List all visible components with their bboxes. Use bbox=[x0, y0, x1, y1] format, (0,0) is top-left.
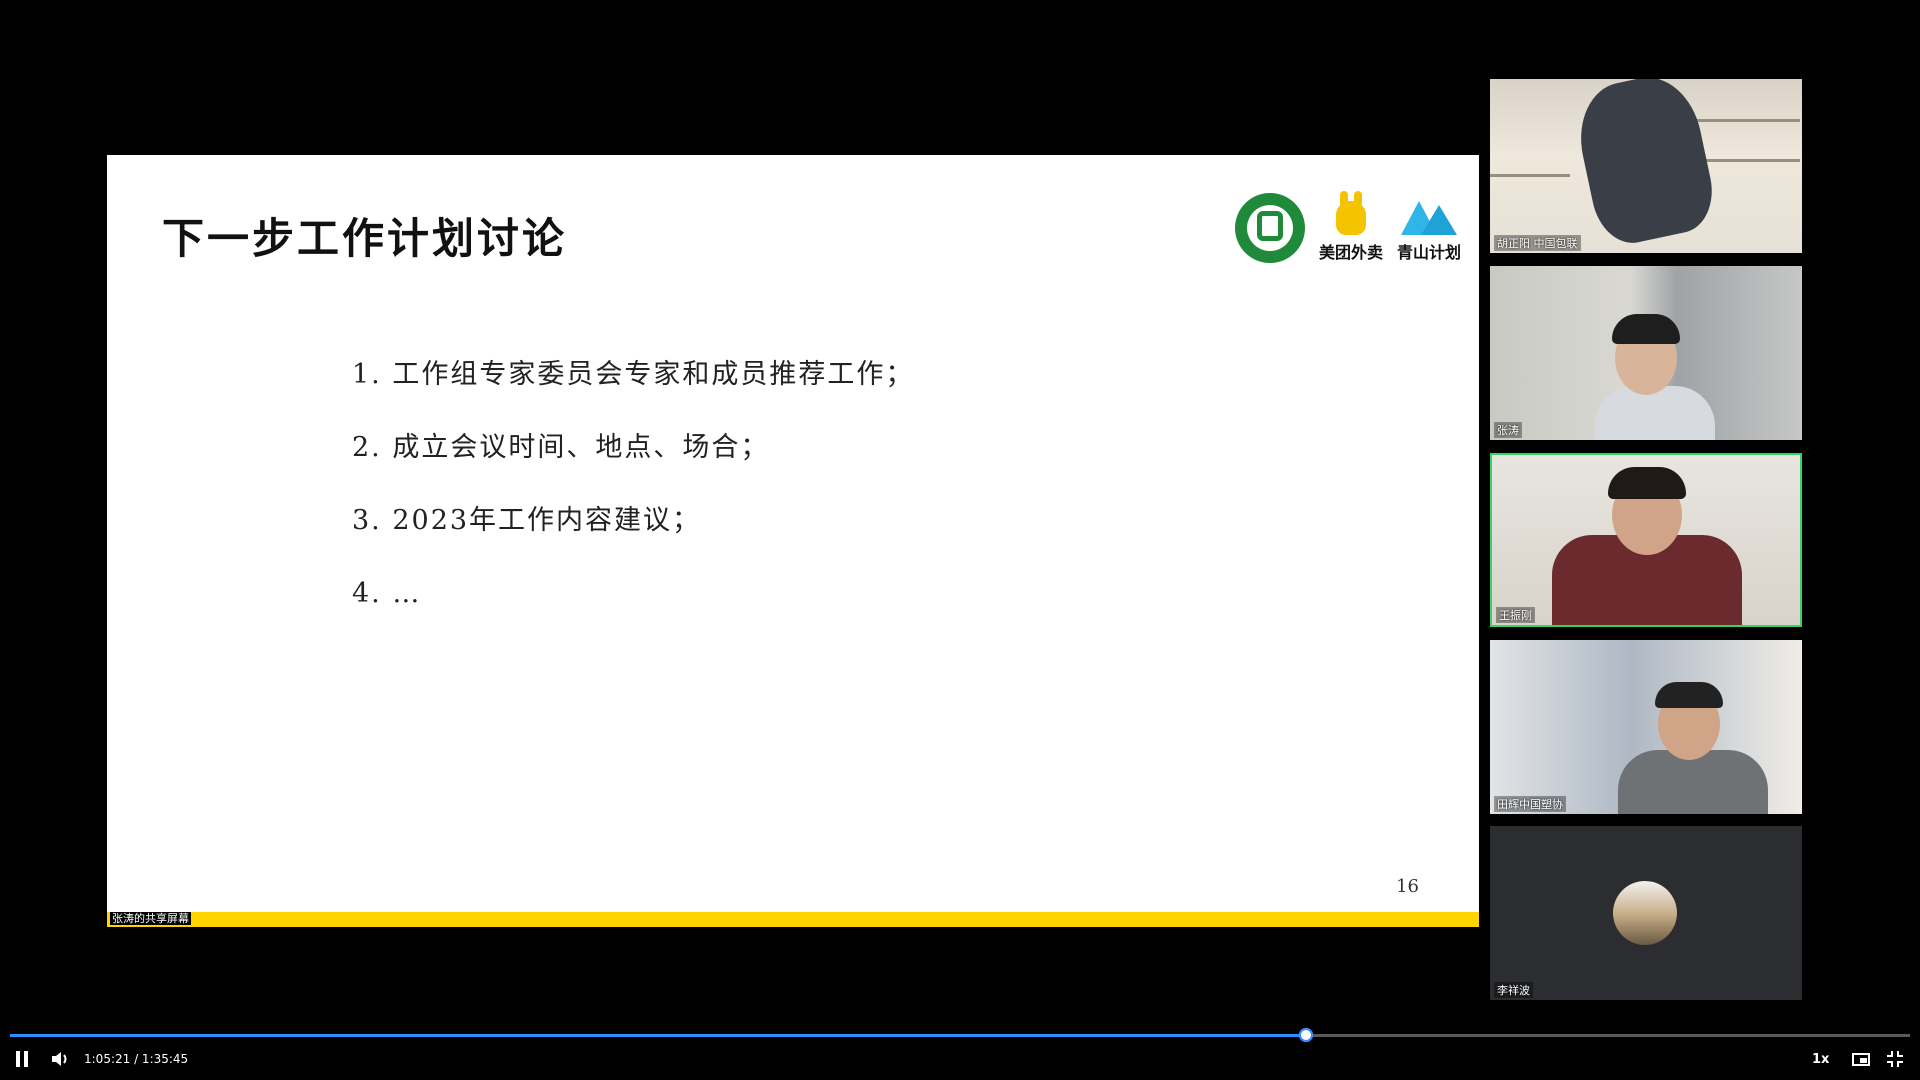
slide-title: 下一步工作计划讨论 bbox=[162, 214, 568, 263]
participant-name: 胡正阳 中国包联 bbox=[1494, 235, 1581, 251]
player-controls: 1:05:21 / 1:35:45 1x bbox=[0, 1046, 1920, 1072]
participant-name: 李祥波 bbox=[1494, 982, 1533, 998]
meituan-waimai-logo: 美团外卖 bbox=[1318, 191, 1383, 263]
agenda-item: 1. 工作组专家委员会专家和成员推荐工作； bbox=[352, 359, 915, 390]
agenda-item: 2. 成立会议时间、地点、场合； bbox=[352, 432, 770, 463]
slide-agenda-list: 1. 工作组专家委员会专家和成员推荐工作； 2. 成立会议时间、地点、场合； 3… bbox=[352, 355, 914, 647]
participant-avatar bbox=[1613, 881, 1677, 945]
volume-icon bbox=[52, 1052, 67, 1066]
playback-time: 1:05:21 / 1:35:45 bbox=[84, 1052, 189, 1066]
qingshan-plan-logo: 青山计划 bbox=[1397, 201, 1461, 263]
participant-tile[interactable]: 张涛 bbox=[1490, 266, 1802, 440]
pause-button[interactable] bbox=[14, 1046, 36, 1072]
participant-tile-active-speaker[interactable]: 王振刚 bbox=[1490, 453, 1802, 627]
qingshan-plan-label: 青山计划 bbox=[1396, 243, 1461, 262]
china-packaging-federation-logo bbox=[1234, 193, 1305, 263]
slide-logos: 美团外卖 青山计划 bbox=[1234, 191, 1461, 263]
pause-icon bbox=[16, 1051, 20, 1067]
exit-fullscreen-icon bbox=[1887, 1051, 1903, 1067]
participant-name: 田辉中国塑协 bbox=[1494, 796, 1566, 812]
participant-name: 王振刚 bbox=[1496, 607, 1535, 623]
meituan-waimai-label: 美团外卖 bbox=[1318, 243, 1383, 262]
progress-scrubber-handle[interactable] bbox=[1298, 1028, 1313, 1042]
picture-in-picture-icon bbox=[1852, 1052, 1870, 1066]
picture-in-picture-button[interactable] bbox=[1852, 1046, 1874, 1072]
shared-screen-slide: 下一步工作计划讨论 美团外卖 青山计划 1. 工作组专家委员会专家和成员推荐工作… bbox=[107, 155, 1479, 927]
screen-share-label: 张涛的共享屏幕 bbox=[110, 912, 191, 925]
participant-tile[interactable]: 李祥波 bbox=[1490, 826, 1802, 1000]
exit-fullscreen-button[interactable] bbox=[1886, 1046, 1908, 1072]
participant-tile[interactable]: 胡正阳 中国包联 bbox=[1490, 79, 1802, 253]
progress-fill bbox=[10, 1034, 1306, 1037]
agenda-item: 4. … bbox=[352, 578, 422, 609]
participant-video bbox=[1569, 79, 1721, 250]
playback-speed-button[interactable]: 1x bbox=[1812, 1046, 1829, 1072]
volume-button[interactable] bbox=[50, 1046, 72, 1072]
slide-yellow-bar bbox=[107, 912, 1479, 927]
slide-page-number: 16 bbox=[1396, 876, 1419, 897]
playback-progress-bar[interactable] bbox=[10, 1028, 1910, 1042]
participant-tile[interactable]: 田辉中国塑协 bbox=[1490, 640, 1802, 814]
participant-name: 张涛 bbox=[1494, 422, 1522, 438]
agenda-item: 3. 2023年工作内容建议； bbox=[352, 505, 702, 536]
